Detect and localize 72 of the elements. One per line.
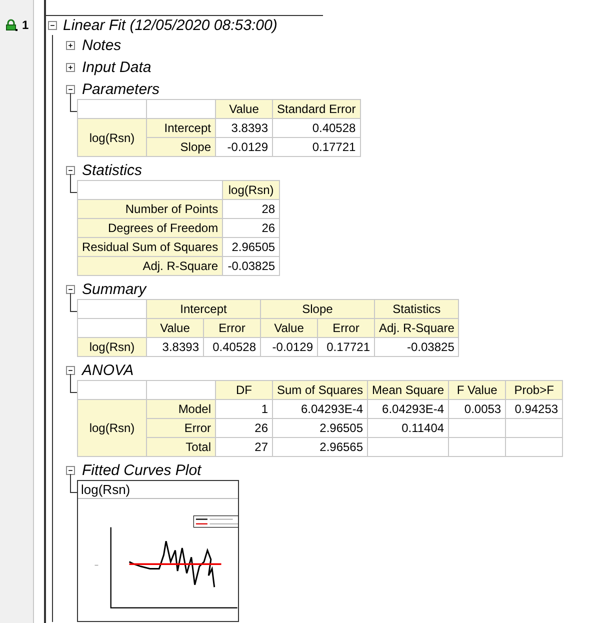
lock-icon	[5, 19, 18, 31]
row-header: Number of Points	[78, 200, 223, 218]
table-cell: 6.04293E-4	[272, 400, 368, 418]
expand-button[interactable]	[66, 84, 75, 94]
row-header: Adj. R-Square	[78, 256, 223, 276]
expand-button[interactable]	[66, 284, 75, 294]
column-header: Standard Error	[272, 100, 360, 118]
column-header: Mean Square	[368, 380, 449, 400]
section-title: Parameters	[82, 80, 160, 98]
section-title: Fitted Curves Plot	[82, 462, 202, 478]
expand-button[interactable]	[66, 466, 75, 474]
table-cell: 2.96565	[272, 438, 368, 456]
row-number: 1	[22, 18, 29, 32]
row-header: Residual Sum of Squares	[78, 238, 223, 256]
expand-button[interactable]	[66, 40, 75, 50]
table-cell: 2.96505	[222, 238, 280, 256]
table-cell: -0.0129	[260, 338, 318, 356]
section-title: Notes	[82, 36, 122, 54]
plus-icon	[67, 42, 74, 48]
table-cell: 0.17721	[318, 338, 374, 356]
column-header: Error	[318, 318, 374, 338]
section-title: Input Data	[82, 58, 152, 76]
row-header: Intercept	[146, 118, 216, 138]
table-cell: 1	[216, 400, 272, 418]
column-group-header: Statistics	[374, 300, 459, 318]
table-cell: 0.11404	[368, 418, 449, 438]
table-cell: -0.03825	[374, 338, 459, 356]
table-cell: 26	[222, 218, 280, 238]
graph-title: log(Rsn)	[78, 481, 238, 499]
table-cell: -0.03825	[222, 256, 280, 276]
column-header: Prob>F	[506, 380, 563, 400]
column-header: Adj. R-Square	[374, 318, 459, 338]
table-cell: 0.40528	[272, 118, 360, 138]
table-cell: 26	[216, 418, 272, 438]
row-header: Error	[146, 418, 216, 438]
table-cell: 0.40528	[204, 338, 260, 356]
plus-icon	[67, 64, 74, 70]
table-cell: 0.0053	[448, 400, 506, 418]
table-cell: 0.94253	[506, 400, 563, 418]
table-cell: 3.8393	[216, 118, 272, 138]
table-cell: 6.04293E-4	[368, 400, 449, 418]
row-group-header: log(Rsn)	[78, 400, 146, 456]
report-title: Linear Fit (12/05/2020 08:53:00)	[63, 16, 278, 34]
section-title: ANOVA	[82, 362, 134, 378]
row-header: Slope	[146, 138, 216, 156]
column-header: Sum of Squares	[272, 380, 368, 400]
column-header: log(Rsn)	[222, 180, 280, 200]
table-cell: 27	[216, 438, 272, 456]
table-cell: 3.8393	[146, 338, 204, 356]
column-header: DF	[216, 380, 272, 400]
column-group-header: Intercept	[146, 300, 260, 318]
column-header: Value	[146, 318, 204, 338]
column-header: F Value	[448, 380, 506, 400]
column-group-header: Slope	[260, 300, 374, 318]
expand-button[interactable]	[66, 62, 75, 72]
table-cell: -0.0129	[216, 138, 272, 156]
column-header: Value	[260, 318, 318, 338]
row-header: log(Rsn)	[78, 338, 146, 356]
row-header: Degrees of Freedom	[78, 218, 223, 238]
section-title: Statistics	[82, 162, 142, 178]
column-header: Value	[216, 100, 272, 118]
expand-button[interactable]	[48, 20, 57, 30]
expand-button[interactable]	[66, 166, 75, 174]
table-cell: 0.17721	[272, 138, 360, 156]
expand-button[interactable]	[66, 366, 75, 374]
column-header: Error	[204, 318, 260, 338]
row-group-header: log(Rsn)	[78, 118, 146, 156]
table-cell: 2.96505	[272, 418, 368, 438]
row-header: Total	[146, 438, 216, 456]
table-cell: 28	[222, 200, 280, 218]
section-title: Summary	[82, 280, 146, 298]
row-header: Model	[146, 400, 216, 418]
